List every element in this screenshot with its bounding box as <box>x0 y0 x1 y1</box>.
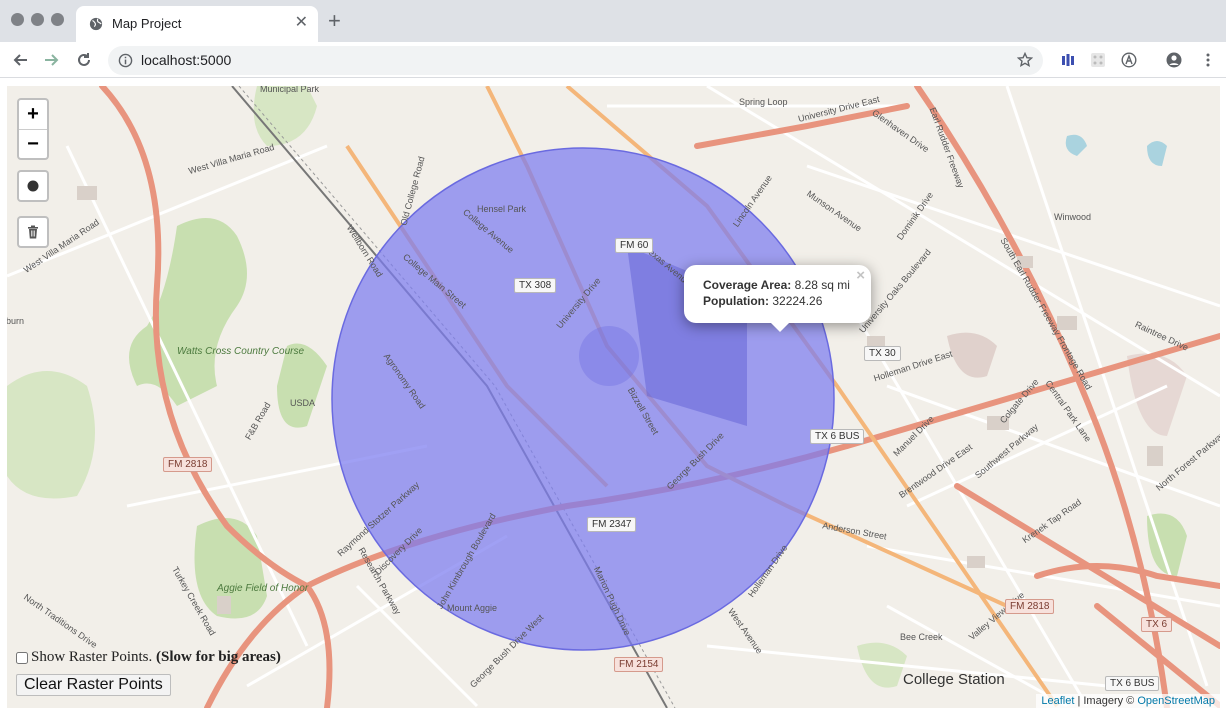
zoom-in-button[interactable]: + <box>19 100 47 129</box>
close-window-button[interactable] <box>11 13 24 26</box>
url-text: localhost:5000 <box>141 52 232 68</box>
info-icon[interactable] <box>118 53 133 68</box>
accessibility-a-icon[interactable] <box>1121 52 1137 68</box>
road-shield: FM 2818 <box>1005 599 1055 614</box>
road-shield: TX 6 <box>1141 617 1173 632</box>
extension-grid-icon[interactable] <box>1090 52 1106 68</box>
menu-kebab-icon[interactable] <box>1200 52 1216 68</box>
forward-arrow-icon <box>45 54 59 66</box>
map-label: lburn <box>7 316 25 326</box>
map-view[interactable]: Municipal Park Spring Loop University Dr… <box>7 86 1220 708</box>
browser-tab-bar: Map Project ✕ + <box>0 0 1226 42</box>
road-shield: FM 2347 <box>587 517 637 532</box>
leaflet-link[interactable]: Leaflet <box>1041 695 1074 707</box>
map-label: Winwood <box>1054 212 1092 222</box>
road-shield: TX 6 BUS <box>810 429 865 444</box>
popup-close-icon[interactable]: × <box>856 267 865 284</box>
back-button[interactable] <box>8 48 32 72</box>
raster-points-checkbox[interactable] <box>16 651 28 664</box>
road-shield: FM 60 <box>615 238 654 253</box>
city-label: College Station <box>903 671 1005 688</box>
reload-icon <box>78 53 90 66</box>
circle-icon <box>27 180 39 192</box>
road-shield: TX 308 <box>514 278 557 293</box>
minimize-window-button[interactable] <box>31 13 44 26</box>
road-shield: TX 6 BUS <box>1105 676 1160 691</box>
trash-icon <box>28 225 38 239</box>
map-label: Aggie Field of Honor <box>217 583 309 594</box>
population-value: 32224.26 <box>772 294 823 308</box>
road-shield: FM 2154 <box>614 657 664 672</box>
population-label: Population: <box>703 294 769 308</box>
coverage-area-label: Coverage Area: <box>703 278 792 292</box>
map-label: Spring Loop <box>739 97 788 107</box>
map-label: Mount Aggie <box>447 603 498 613</box>
browser-toolbar: localhost:5000 <box>0 42 1226 78</box>
bookmark-star-icon[interactable] <box>1017 52 1033 68</box>
tab-title: Map Project <box>112 16 182 31</box>
reload-button[interactable] <box>72 48 96 72</box>
road-shield: FM 2818 <box>163 457 213 472</box>
new-tab-button[interactable]: + <box>328 10 341 32</box>
popup-tip <box>770 322 790 332</box>
raster-checkbox-label: Show Raster Points. <box>31 649 153 665</box>
coverage-area-value: 8.28 sq mi <box>794 278 850 292</box>
road-shield: TX 30 <box>864 346 901 361</box>
map-label: Municipal Park <box>260 86 320 94</box>
attribution-separator: | Imagery © <box>1074 695 1138 707</box>
map-label: Watts Cross Country Course <box>177 346 305 357</box>
maximize-window-button[interactable] <box>51 13 64 26</box>
draw-circle-button[interactable] <box>17 170 49 202</box>
map-label: Bee Creek <box>900 632 943 642</box>
clear-raster-points-button[interactable]: Clear Raster Points <box>16 674 171 696</box>
zoom-control: + − <box>17 98 49 160</box>
map-label: Hensel Park <box>477 204 527 214</box>
coverage-popup: × Coverage Area: 8.28 sq mi Population: … <box>684 265 871 332</box>
address-bar[interactable]: localhost:5000 <box>108 46 1043 75</box>
forward-button[interactable] <box>40 48 64 72</box>
extension-bars-icon[interactable] <box>1060 52 1076 68</box>
browser-tab[interactable]: Map Project ✕ <box>76 6 318 42</box>
zoom-out-button[interactable]: − <box>19 129 47 158</box>
delete-layers-button[interactable] <box>17 216 49 248</box>
map-attribution: Leaflet | Imagery © OpenStreetMap <box>1036 694 1220 708</box>
tab-close-icon[interactable]: ✕ <box>295 13 308 33</box>
openstreetmap-link[interactable]: OpenStreetMap <box>1137 695 1215 707</box>
raster-warning: (Slow for big areas) <box>156 649 281 665</box>
raster-points-toggle[interactable]: Show Raster Points. (Slow for big areas) <box>16 649 281 666</box>
back-arrow-icon <box>13 54 27 66</box>
globe-icon <box>89 17 103 31</box>
map-label: USDA <box>290 398 316 408</box>
profile-avatar-icon[interactable] <box>1166 52 1182 68</box>
